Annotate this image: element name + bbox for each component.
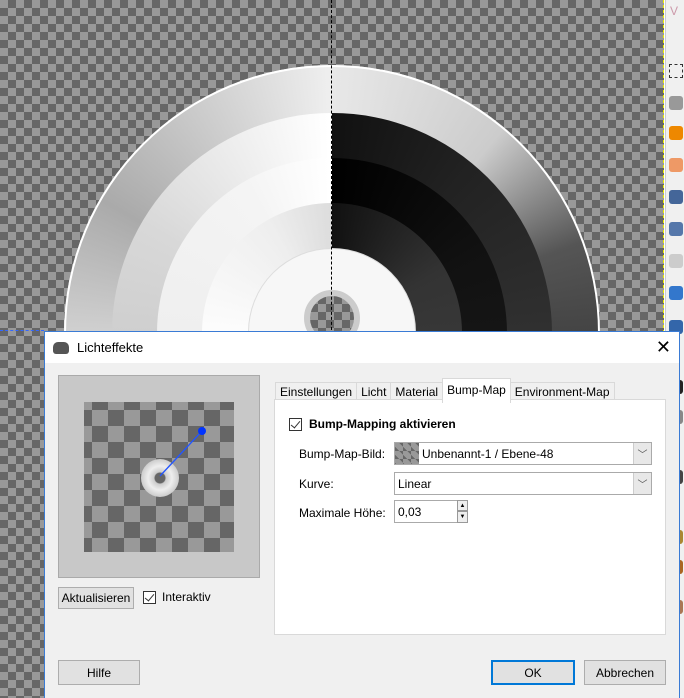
tab-bump-map[interactable]: Bump-Map xyxy=(442,378,511,403)
checkbox-icon[interactable] xyxy=(289,417,302,431)
cancel-button[interactable]: Abbrechen xyxy=(584,660,666,685)
preview-area[interactable] xyxy=(58,375,260,578)
close-icon[interactable]: ✕ xyxy=(656,337,671,358)
help-button[interactable]: Hilfe xyxy=(58,660,140,685)
light-direction-line xyxy=(159,427,206,477)
gimp-wilber-icon xyxy=(53,341,69,354)
lichteffekte-dialog: Lichteffekte ✕ Aktualisieren Interaktiv … xyxy=(44,331,680,698)
max-height-label: Maximale Höhe: xyxy=(299,506,386,520)
selection-edge xyxy=(0,330,44,331)
dialog-title: Lichteffekte xyxy=(77,340,144,355)
move-tool-icon[interactable] xyxy=(669,286,683,300)
crop-tool-icon[interactable] xyxy=(669,158,683,172)
curve-label: Kurve: xyxy=(299,477,334,491)
spin-down-icon[interactable]: ▼ xyxy=(457,511,468,523)
lasso-tool-icon[interactable] xyxy=(669,96,683,110)
interactive-checkbox[interactable]: Interaktiv xyxy=(143,590,211,604)
max-height-spinner[interactable]: 0,03 ▲ ▼ xyxy=(394,500,468,523)
toolbox-header: V xyxy=(670,4,679,18)
chevron-down-icon[interactable]: ﹀ xyxy=(633,473,651,494)
guide-vertical xyxy=(331,0,332,340)
pen-tool-icon[interactable] xyxy=(669,222,683,236)
checkbox-icon[interactable] xyxy=(143,590,156,604)
preview-checkerboard xyxy=(84,402,234,552)
layer-thumbnail-icon xyxy=(395,443,419,464)
bump-map-image-select[interactable]: Unbenannt-1 / Ebene-48 ﹀ xyxy=(394,442,652,465)
measure-tool-icon[interactable] xyxy=(669,254,683,268)
spin-up-icon[interactable]: ▲ xyxy=(457,500,468,511)
enable-bump-mapping-checkbox[interactable]: Bump-Mapping aktivieren xyxy=(289,417,456,431)
paths-tool-icon[interactable] xyxy=(669,190,683,204)
ok-button[interactable]: OK xyxy=(491,660,575,685)
fuzzy-select-tool-icon[interactable] xyxy=(669,126,683,140)
bump-map-panel: Bump-Mapping aktivieren Bump-Map-Bild: U… xyxy=(274,399,666,635)
rect-select-tool-icon[interactable] xyxy=(669,64,683,78)
update-button[interactable]: Aktualisieren xyxy=(58,587,134,609)
chevron-down-icon[interactable]: ﹀ xyxy=(633,443,651,464)
light-source-handle[interactable] xyxy=(198,427,206,435)
bump-map-image-label: Bump-Map-Bild: xyxy=(299,447,386,461)
curve-select[interactable]: Linear ﹀ xyxy=(394,472,652,495)
title-bar: Lichteffekte xyxy=(45,332,679,363)
